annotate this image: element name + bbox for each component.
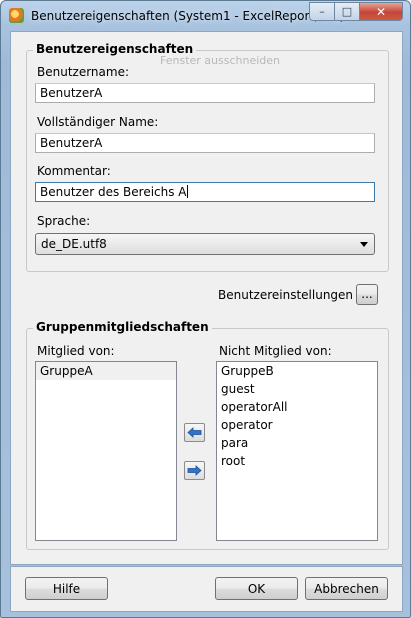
help-button[interactable]: Hilfe bbox=[25, 577, 108, 600]
language-label: Sprache: bbox=[37, 214, 91, 228]
username-label: Benutzername: bbox=[37, 65, 130, 79]
list-item[interactable]: operator bbox=[217, 416, 377, 434]
not-member-of-list[interactable]: GruppeB guest operatorAll operator para … bbox=[216, 361, 378, 541]
user-settings-button[interactable]: ... bbox=[356, 284, 378, 305]
language-value: de_DE.utf8 bbox=[41, 237, 107, 251]
comment-label: Kommentar: bbox=[37, 164, 111, 178]
minimize-button[interactable]: – bbox=[309, 2, 335, 21]
username-field[interactable]: BenutzerA bbox=[35, 83, 375, 103]
member-of-label: Mitglied von: bbox=[37, 344, 115, 358]
user-properties-group: Benutzereigenschaften Benutzername: Benu… bbox=[26, 42, 389, 272]
fullname-field[interactable]: BenutzerA bbox=[35, 133, 375, 153]
list-item[interactable]: GruppeB bbox=[217, 362, 377, 380]
list-item[interactable]: root bbox=[217, 452, 377, 470]
remove-from-group-button[interactable] bbox=[184, 461, 205, 480]
member-of-list[interactable]: GruppeA bbox=[35, 361, 177, 541]
chevron-down-icon bbox=[360, 242, 368, 247]
language-select[interactable]: de_DE.utf8 bbox=[35, 233, 375, 255]
group-memberships-legend: Gruppenmitgliedschaften bbox=[33, 320, 212, 334]
comment-field[interactable]: Benutzer des Bereichs A bbox=[35, 182, 375, 202]
group-memberships-group: Gruppenmitgliedschaften Mitglied von: Gr… bbox=[26, 320, 389, 550]
fullname-label: Vollständiger Name: bbox=[37, 115, 159, 129]
maximize-button[interactable]: □ bbox=[334, 2, 360, 21]
user-properties-legend: Benutzereigenschaften bbox=[33, 42, 197, 56]
app-icon bbox=[9, 8, 24, 23]
arrow-left-icon bbox=[187, 427, 202, 438]
text-cursor bbox=[186, 185, 188, 198]
dialog-window: Benutzereigenschaften (System1 - ExcelRe… bbox=[0, 0, 411, 618]
dialog-body: Fenster ausschneiden Benutzereigenschaft… bbox=[10, 31, 403, 565]
list-item[interactable]: para bbox=[217, 434, 377, 452]
ok-button[interactable]: OK bbox=[215, 577, 298, 600]
cancel-button[interactable]: Abbrechen bbox=[305, 577, 388, 600]
list-item[interactable]: GruppeA bbox=[36, 362, 176, 380]
close-button[interactable]: ✕ bbox=[359, 2, 403, 21]
arrow-right-icon bbox=[187, 465, 202, 476]
list-item[interactable]: operatorAll bbox=[217, 398, 377, 416]
user-settings-label: Benutzereinstellungen bbox=[218, 288, 354, 302]
add-to-group-button[interactable] bbox=[184, 423, 205, 442]
window-title: Benutzereigenschaften (System1 - ExcelRe… bbox=[31, 9, 345, 23]
not-member-of-label: Nicht Mitglied von: bbox=[219, 344, 332, 358]
list-item[interactable]: guest bbox=[217, 380, 377, 398]
title-bar[interactable]: Benutzereigenschaften (System1 - ExcelRe… bbox=[1, 1, 410, 31]
dialog-footer: Hilfe OK Abbrechen bbox=[10, 566, 403, 612]
comment-value: Benutzer des Bereichs A bbox=[40, 185, 187, 199]
